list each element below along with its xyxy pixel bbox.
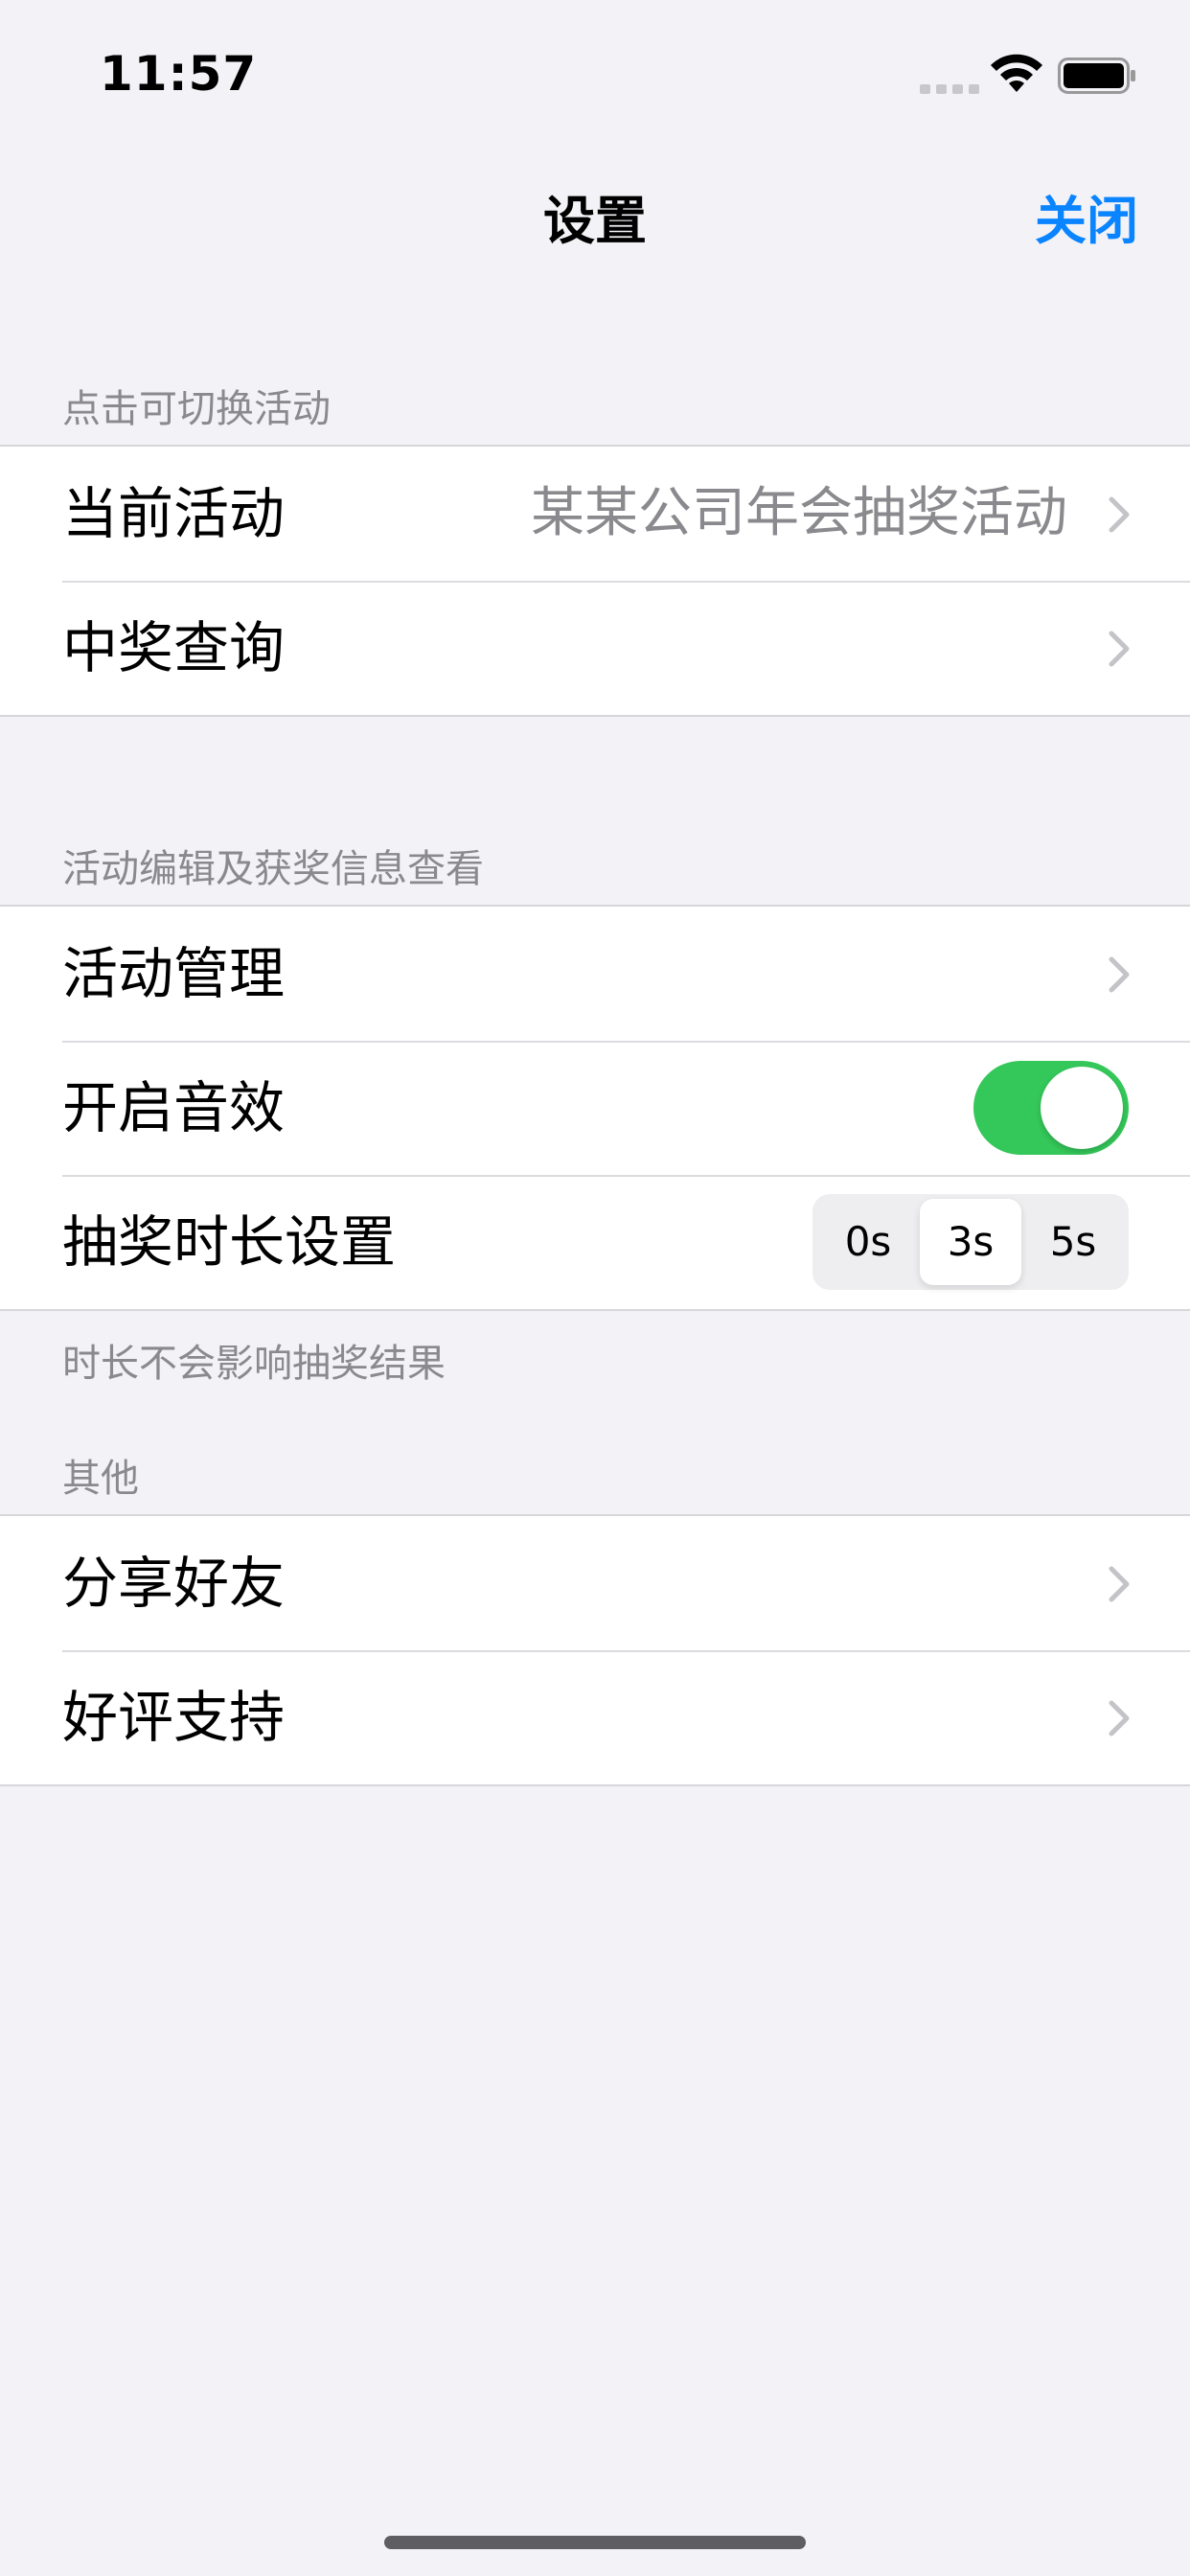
row-review[interactable]: 好评支持 bbox=[0, 1650, 1190, 1784]
winner-query-label: 中奖查询 bbox=[62, 615, 286, 680]
sound-toggle[interactable] bbox=[973, 1061, 1129, 1155]
section-footer-edit: 时长不会影响抽奖结果 bbox=[62, 1342, 446, 1386]
sound-label: 开启音效 bbox=[62, 1075, 286, 1140]
settings-screen: 11:57 设置 关闭 点击可切换活动 当前活动 某某公司年会抽奖活动 中奖查询 bbox=[0, 0, 1190, 2576]
activity-group: 当前活动 某某公司年会抽奖活动 中奖查询 bbox=[0, 445, 1190, 717]
section-header-other: 其他 bbox=[62, 1457, 139, 1501]
other-group: 分享好友 好评支持 bbox=[0, 1514, 1190, 1786]
page-title: 设置 bbox=[543, 191, 647, 251]
status-time: 11:57 bbox=[100, 46, 258, 102]
duration-label: 抽奖时长设置 bbox=[62, 1209, 397, 1275]
activity-manage-label: 活动管理 bbox=[62, 941, 286, 1006]
section-header-activity: 点击可切换活动 bbox=[62, 387, 331, 431]
battery-icon bbox=[1058, 58, 1135, 94]
toggle-knob bbox=[1041, 1067, 1123, 1149]
status-bar: 11:57 bbox=[0, 0, 1190, 134]
row-winner-query[interactable]: 中奖查询 bbox=[0, 581, 1190, 715]
row-share[interactable]: 分享好友 bbox=[0, 1516, 1190, 1650]
row-current-activity[interactable]: 当前活动 某某公司年会抽奖活动 bbox=[0, 447, 1190, 581]
signal-icon bbox=[920, 82, 979, 94]
wifi-icon bbox=[991, 54, 1042, 92]
segment-3s[interactable]: 3s bbox=[920, 1199, 1021, 1285]
section-header-edit: 活动编辑及获奖信息查看 bbox=[62, 847, 484, 891]
chevron-right-icon bbox=[1109, 1566, 1130, 1602]
chevron-right-icon bbox=[1109, 496, 1130, 533]
edit-group: 活动管理 开启音效 抽奖时长设置 0s 3s 5s bbox=[0, 905, 1190, 1311]
chevron-right-icon bbox=[1109, 956, 1130, 993]
chevron-right-icon bbox=[1109, 631, 1130, 667]
segment-0s[interactable]: 0s bbox=[817, 1199, 919, 1285]
row-sound: 开启音效 bbox=[0, 1041, 1190, 1175]
home-indicator[interactable] bbox=[384, 2536, 806, 2549]
row-activity-manage[interactable]: 活动管理 bbox=[0, 907, 1190, 1041]
close-button[interactable]: 关闭 bbox=[1035, 178, 1138, 254]
current-activity-value: 某某公司年会抽奖活动 bbox=[531, 482, 1067, 544]
review-label: 好评支持 bbox=[62, 1685, 286, 1750]
segment-5s[interactable]: 5s bbox=[1022, 1199, 1124, 1285]
share-label: 分享好友 bbox=[62, 1551, 286, 1616]
current-activity-label: 当前活动 bbox=[62, 481, 286, 546]
chevron-right-icon bbox=[1109, 1700, 1130, 1736]
duration-segmented-control: 0s 3s 5s bbox=[812, 1194, 1129, 1290]
row-duration: 抽奖时长设置 0s 3s 5s bbox=[0, 1175, 1190, 1309]
